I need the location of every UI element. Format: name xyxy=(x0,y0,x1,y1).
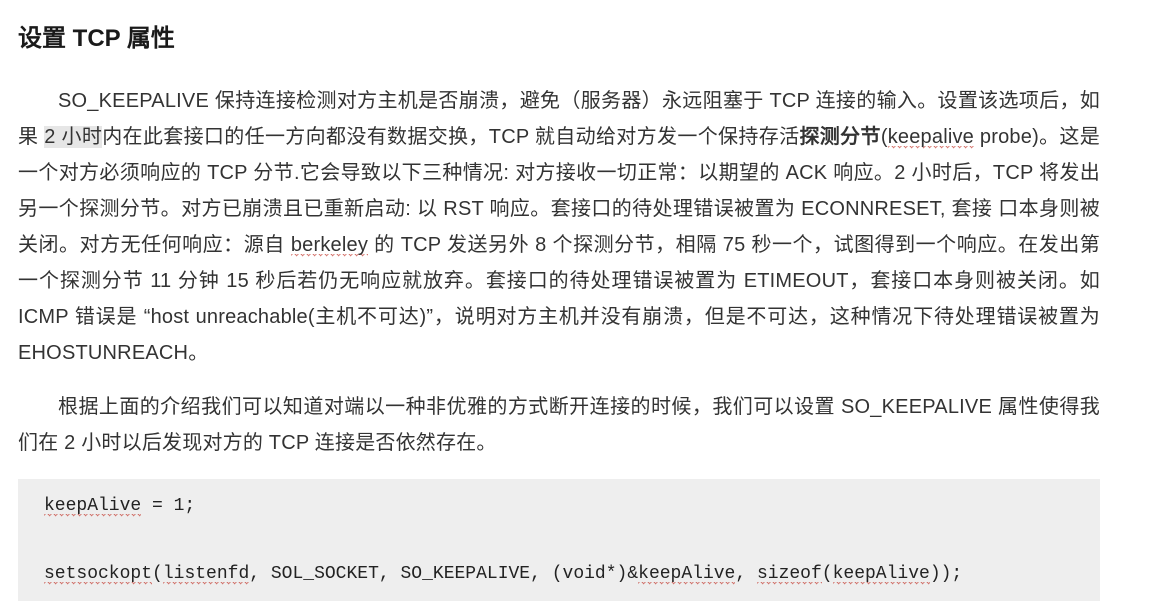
code-token: , SOL_SOCKET, SO_KEEPALIVE, (void*)& xyxy=(249,564,638,584)
code-token: = 1; xyxy=(141,496,195,516)
code-token: ( xyxy=(822,564,833,584)
code-token: sizeof xyxy=(757,564,822,585)
spellcheck-keepalive: keepalive xyxy=(888,126,974,149)
code-block: keepAlive = 1; setsockopt(listenfd, SOL_… xyxy=(18,479,1100,601)
code-line-2: setsockopt(listenfd, SOL_SOCKET, SO_KEEP… xyxy=(44,557,1078,591)
code-token: )); xyxy=(930,564,962,584)
code-token: ( xyxy=(152,564,163,584)
code-token: , xyxy=(735,564,757,584)
document-page: 设置 TCP 属性 SO_KEEPALIVE 保持连接检测对方主机是否崩溃，避免… xyxy=(0,0,1160,601)
bold-probe: 探测分节 xyxy=(799,126,880,148)
code-token: listenfd xyxy=(163,564,249,585)
text: ( xyxy=(881,126,888,148)
paragraph-2: 根据上面的介绍我们可以知道对端以一种非优雅的方式断开连接的时候，我们可以设置 S… xyxy=(18,389,1100,461)
spellcheck-berkeley: berkeley xyxy=(291,234,368,257)
code-line-1: keepAlive = 1; xyxy=(44,489,1078,523)
page-title: 设置 TCP 属性 xyxy=(18,18,1100,53)
code-token: keepAlive xyxy=(638,564,735,585)
code-token: keepAlive xyxy=(833,564,930,585)
text: 内在此套接口的任一方向都没有数据交换，TCP 就自动给对方发一个保持存活 xyxy=(102,126,799,148)
code-token: setsockopt xyxy=(44,564,152,585)
highlight-2-hours: 2 小时 xyxy=(44,126,102,148)
paragraph-1: SO_KEEPALIVE 保持连接检测对方主机是否崩溃，避免（服务器）永远阻塞于… xyxy=(18,83,1100,371)
code-token: keepAlive xyxy=(44,496,141,517)
